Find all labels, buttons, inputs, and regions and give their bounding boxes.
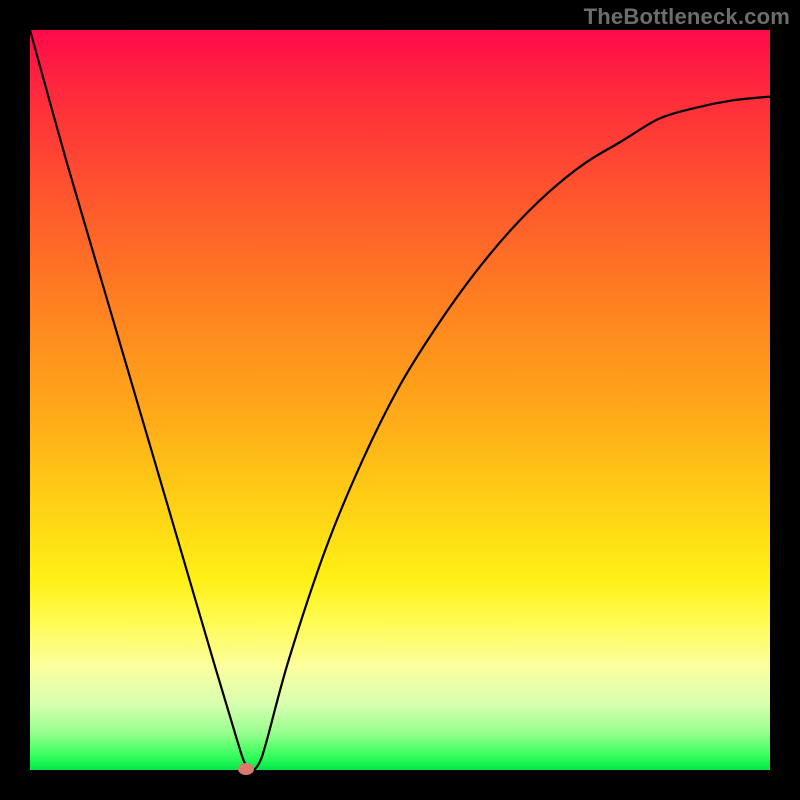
chart-frame: TheBottleneck.com (0, 0, 800, 800)
bottleneck-curve (30, 30, 770, 770)
vertex-marker (238, 763, 254, 775)
watermark-text: TheBottleneck.com (584, 4, 790, 30)
plot-area (30, 30, 770, 770)
